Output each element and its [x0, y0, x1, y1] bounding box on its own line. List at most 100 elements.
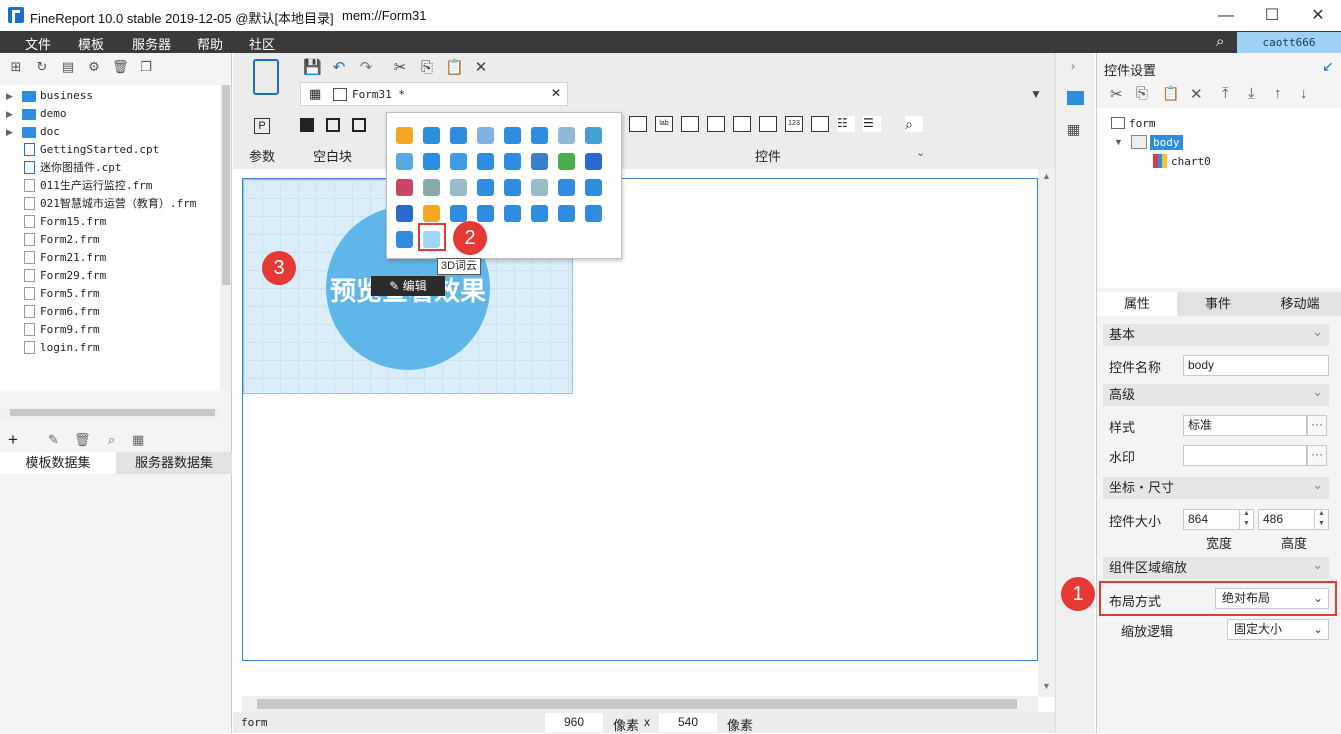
section-basic[interactable]: 基本	[1103, 321, 1329, 346]
chart-type-icon[interactable]	[585, 179, 602, 196]
search-icon[interactable]: ⌕	[1216, 33, 1224, 50]
chart-type-icon[interactable]	[423, 153, 440, 170]
tree-widget-icon[interactable]	[733, 116, 751, 132]
grid-view-icon[interactable]: ▦	[309, 86, 321, 102]
move-bottom-icon[interactable]: ⤓	[1248, 85, 1255, 102]
chart-type-icon[interactable]	[396, 127, 413, 144]
layout-select[interactable]: 绝对布局 ⌄	[1215, 588, 1329, 609]
chart-type-icon[interactable]	[531, 205, 548, 222]
expand-arrow-icon[interactable]: ▶	[6, 87, 13, 105]
copy-icon[interactable]: ⎘	[1136, 85, 1148, 102]
menu-help[interactable]: 帮助	[197, 34, 223, 53]
menu-template[interactable]: 模板	[78, 34, 104, 53]
chart-type-icon[interactable]	[396, 231, 413, 248]
radio-widget-icon[interactable]: ☷	[837, 116, 855, 132]
tab-server-dataset[interactable]: 服务器数据集	[116, 452, 232, 474]
dataset-tool-icon[interactable]: ▦	[132, 432, 144, 448]
menu-server[interactable]: 服务器	[132, 34, 171, 53]
edit-chart-button[interactable]: ✎ 编辑	[371, 276, 445, 296]
tree-node-form[interactable]: form	[1129, 117, 1156, 130]
minimize-icon[interactable]: —	[1203, 0, 1249, 31]
tab-mobile[interactable]: 移动端	[1259, 292, 1341, 316]
chart-type-icon[interactable]	[450, 127, 467, 144]
chart-type-icon[interactable]	[450, 205, 467, 222]
component-library-icon[interactable]: ▦	[1067, 121, 1080, 138]
edit-dataset-icon[interactable]: ✎	[48, 432, 59, 448]
template-menu-icon[interactable]	[253, 59, 279, 95]
chart-type-icon[interactable]	[504, 127, 521, 144]
collapse-arrow-icon[interactable]: ›	[1071, 59, 1075, 73]
text-widget-icon[interactable]	[681, 116, 699, 132]
chart-type-icon[interactable]	[450, 179, 467, 196]
tab-events[interactable]: 事件	[1177, 292, 1259, 316]
chart-type-icon[interactable]	[396, 153, 413, 170]
tree-horizontal-scrollbar[interactable]	[0, 408, 221, 418]
copy-icon[interactable]: ⎘	[418, 59, 436, 77]
canvas-height-input[interactable]: 540	[659, 713, 717, 732]
chart-type-icon[interactable]	[558, 153, 575, 170]
tree-node-chart0[interactable]: chart0	[1171, 155, 1211, 168]
chart-type-icon[interactable]	[423, 127, 440, 144]
checkbox-widget-icon[interactable]: ☰	[863, 116, 881, 132]
chart-type-icon[interactable]	[558, 127, 575, 144]
delete-icon[interactable]: ✕	[472, 59, 490, 77]
add-dataset-icon[interactable]: +	[8, 430, 18, 450]
number-widget-icon[interactable]: 123	[785, 116, 803, 132]
widget-name-input[interactable]: body	[1183, 355, 1329, 376]
canvas-vertical-scrollbar[interactable]: ▲ ▼	[1038, 169, 1055, 697]
tree-node-body[interactable]: body	[1150, 135, 1183, 150]
redo-icon[interactable]: ↷	[357, 59, 375, 77]
chart-type-icon[interactable]	[477, 153, 494, 170]
close-tab-icon[interactable]: ✕	[551, 86, 561, 100]
width-stepper[interactable]: ▲ ▼	[1239, 509, 1253, 530]
section-zoom[interactable]: 组件区域缩放	[1103, 554, 1329, 579]
chart-type-icon[interactable]	[477, 205, 494, 222]
tab-layout-icon[interactable]	[352, 118, 366, 132]
label-widget-icon[interactable]: lab	[655, 116, 673, 132]
widget-settings-icon[interactable]	[1067, 91, 1084, 105]
move-down-icon[interactable]: ↓	[1300, 85, 1308, 102]
chart-type-icon[interactable]	[450, 153, 467, 170]
save-icon[interactable]: 💾	[303, 59, 322, 77]
watermark-input[interactable]	[1183, 445, 1307, 466]
tab-properties[interactable]: 属性	[1097, 292, 1177, 316]
chart-type-icon[interactable]	[423, 205, 440, 222]
search-widget-icon[interactable]: ⌕	[905, 116, 923, 132]
expand-arrow-icon[interactable]: ▶	[6, 123, 13, 141]
style-input[interactable]: 标准	[1183, 415, 1307, 436]
split-layout-icon[interactable]	[326, 118, 340, 132]
tab-form31[interactable]: Form31 *	[352, 88, 405, 101]
chart-type-icon[interactable]	[531, 153, 548, 170]
paste-icon[interactable]: 📋	[1162, 85, 1179, 102]
delete-icon[interactable]: ✕	[1190, 85, 1203, 103]
parameter-icon[interactable]: P	[254, 118, 270, 134]
tree-vertical-scrollbar[interactable]	[221, 85, 231, 391]
chart-type-icon[interactable]	[477, 179, 494, 196]
chart-type-icon[interactable]	[531, 127, 548, 144]
block-layout-icon[interactable]	[300, 118, 314, 132]
chart-type-icon[interactable]	[477, 127, 494, 144]
chart-type-icon[interactable]	[558, 205, 575, 222]
chart-type-icon[interactable]	[585, 153, 602, 170]
height-stepper[interactable]: ▲ ▼	[1314, 509, 1328, 530]
canvas-width-input[interactable]: 960	[545, 713, 603, 732]
canvas-horizontal-scrollbar[interactable]	[242, 696, 1038, 712]
toolbar-dropdown-icon[interactable]: ▼	[1027, 85, 1045, 103]
new-folder-icon[interactable]: ⊞	[8, 59, 24, 75]
delete-dataset-icon[interactable]: 🗑	[74, 432, 91, 448]
cut-icon[interactable]: ✂	[391, 59, 409, 77]
watermark-more-button[interactable]: ···	[1307, 445, 1327, 466]
preview-dataset-icon[interactable]: ⌕	[108, 432, 115, 448]
menu-community[interactable]: 社区	[249, 34, 275, 53]
style-more-button[interactable]: ···	[1307, 415, 1327, 436]
cut-icon[interactable]: ✂	[1110, 85, 1123, 103]
collapse-icon[interactable]: ❐	[138, 59, 154, 75]
widget-expand-icon[interactable]: ⌄	[916, 146, 925, 159]
delete-icon[interactable]: 🗑	[112, 59, 129, 75]
move-up-icon[interactable]: ↑	[1274, 85, 1282, 102]
paste-icon[interactable]: 📋	[445, 59, 464, 77]
chart-type-icon[interactable]	[585, 127, 602, 144]
chart-type-icon[interactable]	[423, 179, 440, 196]
move-top-icon[interactable]: ⤒	[1222, 85, 1229, 102]
chart-type-icon[interactable]	[504, 153, 521, 170]
